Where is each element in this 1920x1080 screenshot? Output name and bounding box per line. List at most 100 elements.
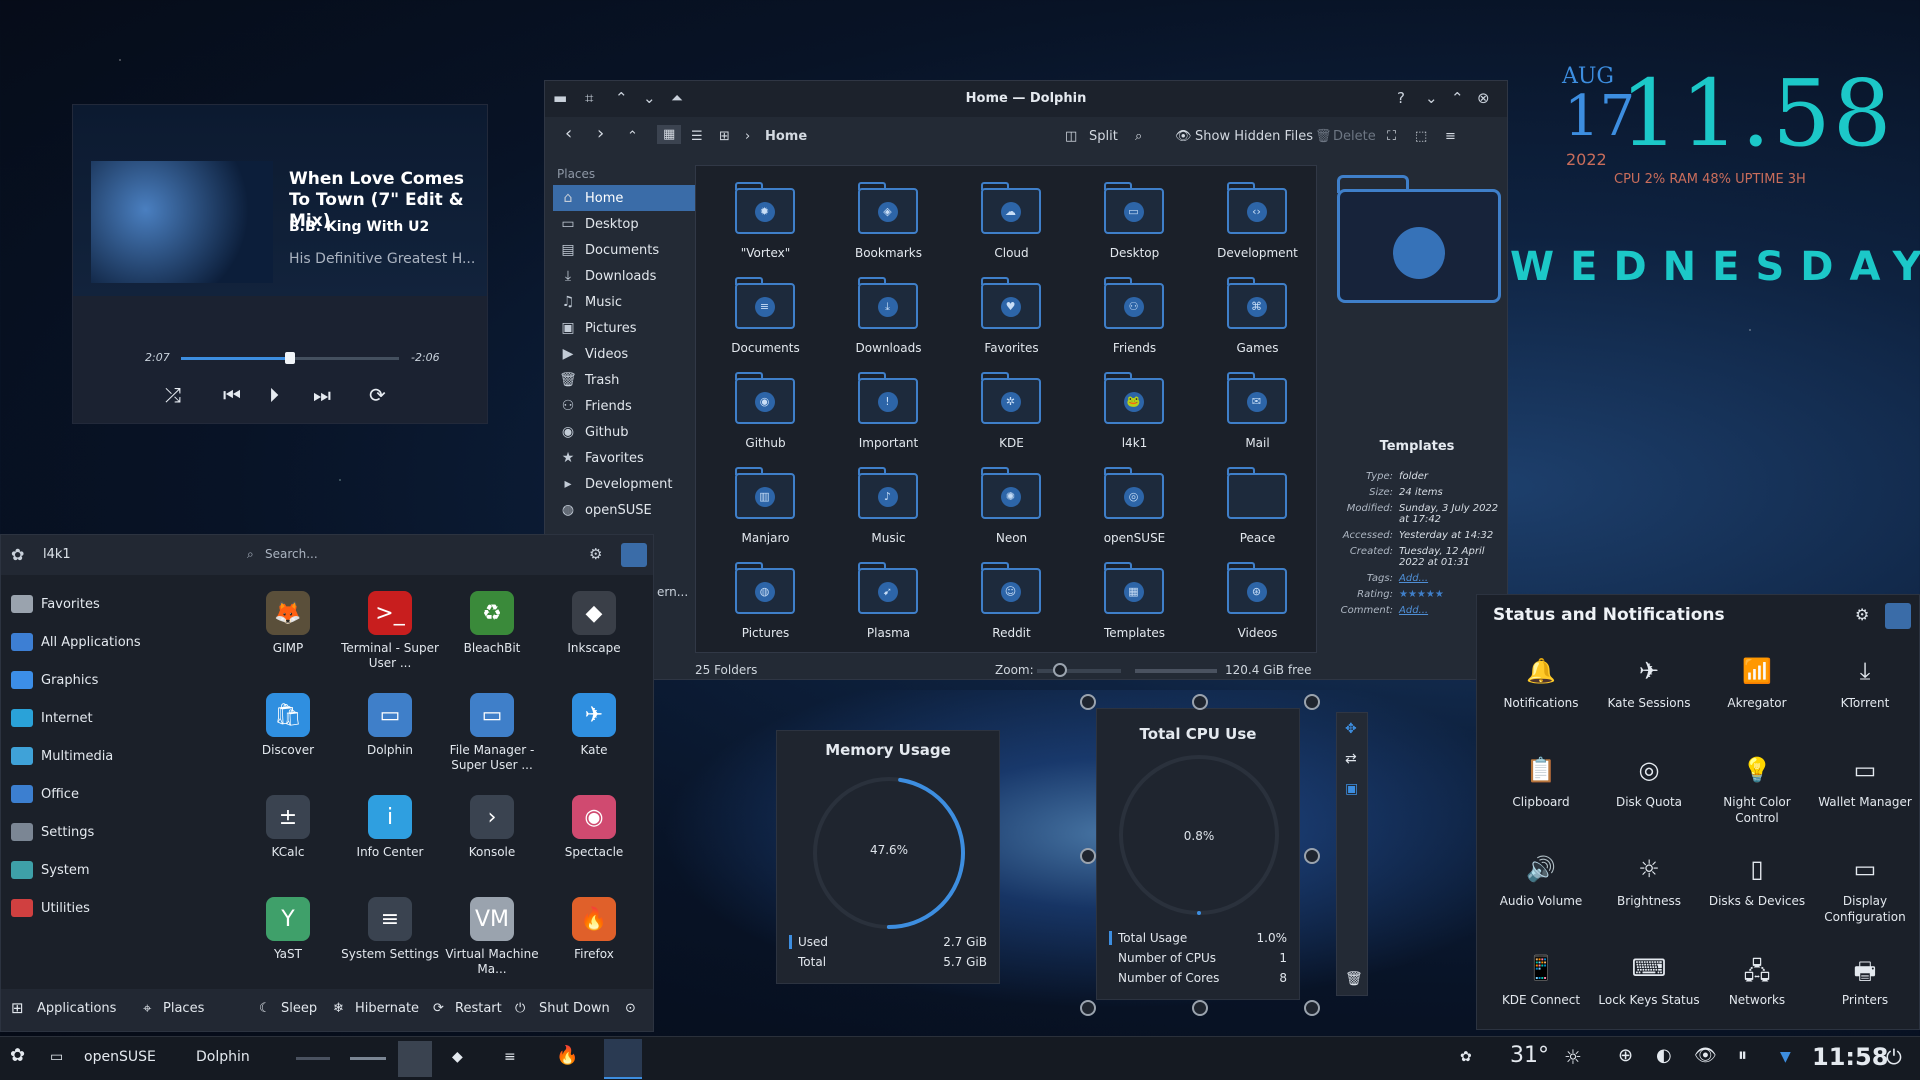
maximize-icon[interactable]: ⌃: [1451, 89, 1464, 107]
applications-tab[interactable]: Applications: [37, 1001, 116, 1016]
power-icon[interactable]: ⏻: [1886, 1045, 1902, 1069]
details-view-icon[interactable]: ☰: [691, 129, 703, 144]
app-tile[interactable]: VM Virtual Machine Ma...: [441, 891, 543, 993]
network-icon[interactable]: 👁: [1694, 1045, 1717, 1066]
folder-item[interactable]: ➹ Plasma: [827, 556, 950, 651]
hibernate-button[interactable]: Hibernate: [355, 1001, 419, 1016]
category-item[interactable]: Utilities: [11, 889, 90, 927]
pager-desktop[interactable]: [350, 1057, 386, 1060]
folder-item[interactable]: ✺ Neon: [950, 461, 1073, 556]
tray-item[interactable]: 📶 Akregator: [1703, 649, 1811, 748]
avatar[interactable]: ✿: [11, 545, 24, 564]
tray-item[interactable]: ⌨ Lock Keys Status: [1595, 946, 1703, 1045]
configure-icon[interactable]: ⚙: [589, 545, 602, 563]
category-item[interactable]: System: [11, 851, 89, 889]
places-item[interactable]: ◉ Github: [553, 419, 705, 445]
tray-item[interactable]: ⤓ KTorrent: [1811, 649, 1919, 748]
up-icon[interactable]: ⌃: [627, 129, 638, 144]
pin-icon[interactable]: [621, 543, 647, 567]
shuffle-icon[interactable]: ⤮: [165, 383, 181, 407]
configure-widget-icon[interactable]: ⇄: [1345, 751, 1357, 767]
add-tags-link[interactable]: Add...: [1399, 573, 1501, 584]
app-tile[interactable]: ± KCalc: [237, 789, 339, 891]
seek-handle[interactable]: [285, 352, 295, 364]
search-icon[interactable]: ⌕: [1135, 129, 1142, 144]
resize-handle[interactable]: [1192, 694, 1208, 710]
app-tile[interactable]: i Info Center: [339, 789, 441, 891]
tray-item[interactable]: ✈ Kate Sessions: [1595, 649, 1703, 748]
sleep-button[interactable]: Sleep: [281, 1001, 317, 1016]
app-tile[interactable]: 🔥 Firefox: [543, 891, 645, 993]
folder-item[interactable]: ☺ Reddit: [950, 556, 1073, 651]
move-icon[interactable]: ✥: [1345, 721, 1357, 737]
places-item[interactable]: ▤ Documents: [553, 237, 705, 263]
app-menu-icon[interactable]: ✿: [10, 1045, 25, 1066]
places-item[interactable]: ◍ openSUSE: [553, 497, 705, 523]
tray-item[interactable]: ◎ Disk Quota: [1595, 748, 1703, 847]
tray-item[interactable]: ▯ Disks & Devices: [1703, 847, 1811, 946]
close-icon[interactable]: ⊗: [1477, 89, 1490, 107]
file-view[interactable]: ✹ "Vortex" ◈ Bookmarks ☁ Cloud ▭ Desktop ‹› Devel…: [695, 165, 1317, 653]
seek-slider[interactable]: [181, 352, 399, 364]
previous-track-icon[interactable]: ⏮: [223, 383, 241, 407]
more-options-icon[interactable]: ⊙: [625, 1001, 636, 1016]
places-item[interactable]: 🗑 Trash: [553, 367, 705, 393]
forward-icon[interactable]: ›: [597, 123, 604, 144]
places-item[interactable]: ▭ Desktop: [553, 211, 705, 237]
tray-item[interactable]: 🔔 Notifications: [1487, 649, 1595, 748]
app-tile[interactable]: ≡ System Settings: [339, 891, 441, 993]
folder-item[interactable]: ♪ Music: [827, 461, 950, 556]
category-item[interactable]: Favorites: [11, 585, 100, 623]
activity-name[interactable]: openSUSE: [84, 1049, 156, 1065]
places-item[interactable]: ⌂ Home: [553, 185, 705, 211]
app-tile[interactable]: Y YaST: [237, 891, 339, 993]
app-tile[interactable]: ◉ Spectacle: [543, 789, 645, 891]
places-item[interactable]: ⤓ Downloads: [553, 263, 705, 289]
remove-widget-icon[interactable]: 🗑: [1345, 971, 1363, 987]
app-tile[interactable]: >_ Terminal - Super User ...: [339, 585, 441, 687]
folder-item[interactable]: ⊛ Videos: [1196, 556, 1319, 651]
app-tile[interactable]: 🛍 Discover: [237, 687, 339, 789]
tray-item[interactable]: ☼ Brightness: [1595, 847, 1703, 946]
system-tray-logo-icon[interactable]: ✿: [1460, 1049, 1472, 1065]
inkscape-task-icon[interactable]: ◆: [452, 1049, 463, 1065]
back-icon[interactable]: ‹: [565, 123, 572, 144]
folder-item[interactable]: ⌘ Games: [1196, 271, 1319, 366]
category-item[interactable]: Settings: [11, 813, 94, 851]
hamburger-menu-icon[interactable]: ≡: [1445, 129, 1456, 144]
folder-item[interactable]: ◈ Bookmarks: [827, 176, 950, 271]
category-item[interactable]: Office: [11, 775, 79, 813]
folder-item[interactable]: ! Important: [827, 366, 950, 461]
pager-desktop[interactable]: [296, 1057, 330, 1060]
tray-item[interactable]: ▭ Display Configuration: [1811, 847, 1919, 946]
taskbar-clock[interactable]: 11:58: [1812, 1043, 1888, 1071]
folder-item[interactable]: ♥ Favorites: [950, 271, 1073, 366]
places-item[interactable]: ▸ Development: [553, 471, 705, 497]
folder-item[interactable]: ✲ KDE: [950, 366, 1073, 461]
app-tile[interactable]: ◆ Inkscape: [543, 585, 645, 687]
volume-icon[interactable]: ◐: [1656, 1045, 1672, 1066]
tray-item[interactable]: 🔊 Audio Volume: [1487, 847, 1595, 946]
weather-sun-icon[interactable]: ☼: [1564, 1045, 1582, 1069]
resize-widget-icon[interactable]: ▣: [1345, 781, 1358, 797]
play-icon[interactable]: ⏵: [269, 383, 279, 407]
places-item[interactable]: ★ Favorites: [553, 445, 705, 471]
breadcrumb-home[interactable]: Home: [765, 129, 807, 144]
firefox-task-icon[interactable]: 🔥: [556, 1045, 578, 1066]
zoom-handle[interactable]: [1053, 663, 1067, 677]
system-settings-task-icon[interactable]: ≡: [504, 1049, 516, 1065]
show-hidden-files-button[interactable]: Show Hidden Files: [1195, 129, 1313, 144]
app-tile[interactable]: › Konsole: [441, 789, 543, 891]
split-button[interactable]: Split: [1089, 129, 1118, 144]
folder-item[interactable]: ✉ Mail: [1196, 366, 1319, 461]
compact-view-icon[interactable]: ⊞: [719, 129, 730, 144]
folder-item[interactable]: ≡ Documents: [704, 271, 827, 366]
select-icon[interactable]: ⬚: [1415, 129, 1427, 144]
folder-item[interactable]: ◉ Github: [704, 366, 827, 461]
tray-expand-icon[interactable]: ▼: [1780, 1049, 1791, 1065]
tray-item[interactable]: ▭ Wallet Manager: [1811, 748, 1919, 847]
category-item[interactable]: Multimedia: [11, 737, 113, 775]
restart-button[interactable]: Restart: [455, 1001, 502, 1016]
repeat-icon[interactable]: ⟳: [369, 383, 386, 407]
places-item[interactable]: ▣ Pictures: [553, 315, 705, 341]
